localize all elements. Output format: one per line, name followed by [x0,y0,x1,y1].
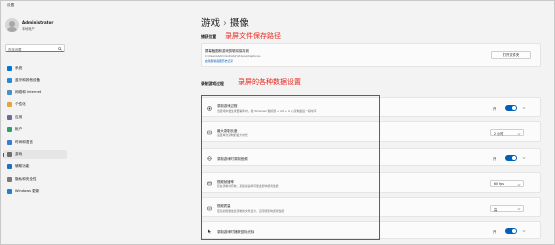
capture-location-heading: 捕获位置 [201,34,217,39]
open-folder-button[interactable]: 打开文件夹 [491,51,531,59]
dropdown-value: 60 fps [494,182,504,187]
breadcrumb: 游戏 › 摄像 [201,15,249,29]
apps-icon [7,115,12,120]
sidebar-item-2[interactable]: 蓝牙和其他设备 [3,76,67,85]
capture-location-card: 屏幕截图和游戏剪辑将保存到 C:\Users\Administrator\Vid… [201,43,541,67]
avatar [5,18,19,32]
sidebar-item-label: 游戏 [15,152,23,157]
recording-annotation: 录屏的各种数据设置 [238,78,301,86]
chevron-down-icon[interactable] [522,106,526,110]
clock-globe-icon [7,140,12,145]
app-title: 设置 [7,3,15,7]
settings-window: 设置 Administrator 本地帐户 查找设置 系统蓝牙和其他设备 网络和 … [0,0,555,245]
toggle-switch[interactable] [505,228,517,234]
recording-heading: 录制游戏过程 [201,81,224,86]
breadcrumb-separator: › [223,18,227,29]
sidebar-item-label: 个性化 [15,102,26,107]
sidebar-item-8[interactable]: 游戏 [3,150,67,159]
update-icon [7,189,12,194]
sidebar-item-3[interactable]: 网络和 Internet [3,88,67,97]
annotation-highlight-box [201,95,380,240]
sidebar-item-label: 帐户 [15,127,23,132]
shield-icon [7,177,12,182]
accessibility-icon [7,164,12,169]
chevron-down-icon[interactable] [522,229,526,233]
sidebar-item-11[interactable]: Windows 更新 [3,187,67,196]
sidebar-item-4[interactable]: 个性化 [3,100,67,109]
brush-icon [7,102,12,107]
sidebar-item-label: 蓝牙和其他设备 [15,78,41,83]
toggle-state-label: 开 [493,107,497,111]
chevron-down-icon[interactable] [522,156,526,160]
sidebar-item-10[interactable]: 隐私和安全性 [3,175,67,184]
setting-dropdown[interactable]: 60 fps [490,180,524,187]
sidebar-item-6[interactable]: 帐户 [3,125,67,134]
account-type: 本地帐户 [22,27,35,31]
chevron-down-icon [517,208,521,210]
breadcrumb-parent[interactable]: 游戏 [201,18,220,29]
toggle-state-label: 开 [493,157,497,161]
sidebar-item-1[interactable]: 系统 [3,64,67,73]
capture-location-annotation: 录屏文件保存路径 [225,32,281,40]
capture-path: C:\Users\Administrator\Videos\Captures [205,53,261,58]
chevron-down-icon [517,132,521,135]
sidebar-item-label: 隐私和安全性 [15,177,37,182]
system-icon [7,66,12,71]
sidebar-item-label: 网络和 Internet [15,90,42,95]
page-title: 摄像 [229,18,249,29]
account-name: Administrator [22,20,54,25]
sidebar-item-label: 系统 [15,66,23,71]
toggle-state-label: 开 [493,230,497,234]
setting-dropdown[interactable]: 2 小时 [490,129,524,136]
toggle-switch[interactable] [505,155,517,161]
screenshot-history-link[interactable]: 启用屏幕截图历史记录 [205,59,233,63]
search-icon [58,46,62,51]
capture-location-title: 屏幕截图和游戏剪辑将保存到 [205,49,250,53]
title-bar: 设置 [1,1,555,11]
dropdown-value: 2 小时 [494,132,504,137]
search-input[interactable]: 查找设置 [5,44,65,52]
chevron-down-icon [517,183,521,186]
sidebar-item-label: 辅助功能 [15,164,30,169]
account-icon [7,127,12,132]
sidebar: Administrator 本地帐户 查找设置 系统蓝牙和其他设备 网络和 Int… [1,11,69,245]
game-controller-icon [7,152,12,157]
setting-dropdown[interactable]: 高 [490,204,524,212]
sidebar-item-7[interactable]: 时间和语言 [3,138,67,147]
network-icon [7,90,12,95]
sidebar-item-5[interactable]: 应用 [3,113,67,122]
account-card[interactable]: Administrator 本地帐户 [5,17,67,33]
search-placeholder: 查找设置 [8,47,22,52]
sidebar-item-label: Windows 更新 [15,189,40,194]
sidebar-item-9[interactable]: 辅助功能 [3,162,67,171]
toggle-switch[interactable] [505,105,517,111]
sidebar-item-label: 应用 [15,115,23,120]
bluetooth-icon [7,78,12,83]
dropdown-value: 高 [494,207,498,212]
sidebar-item-label: 时间和语言 [15,140,33,145]
main-content: 游戏 › 摄像 捕获位置 录屏文件保存路径 屏幕截图和游戏剪辑将保存到 C:\Use… [173,11,555,245]
